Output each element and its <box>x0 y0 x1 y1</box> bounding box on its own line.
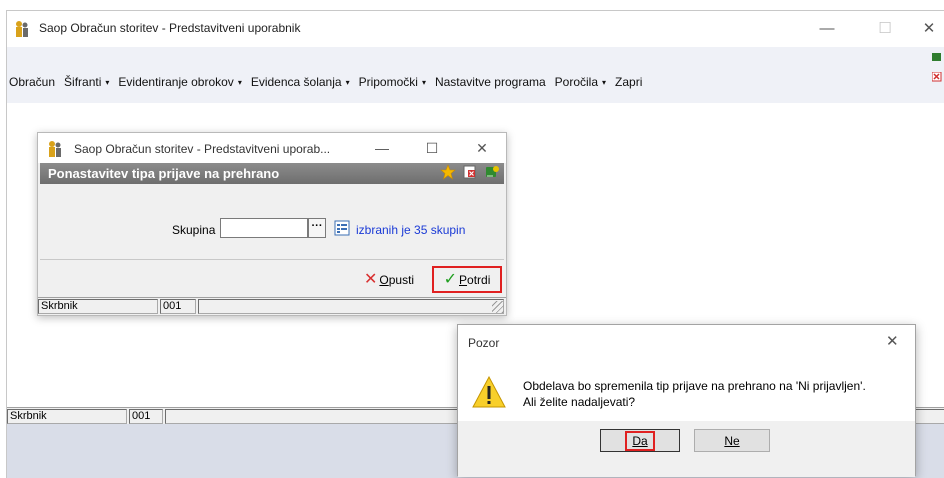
warning-icon <box>472 375 506 411</box>
warning-dialog: Pozor ✕ Obdelava bo spremenila tip prija… <box>457 324 916 477</box>
warning-buttons: Da Ne <box>458 421 915 477</box>
reset-meal-registration-dialog: Saop Obračun storitev - Predstavitveni u… <box>37 132 507 316</box>
menu-item-0[interactable]: Obračun <box>9 75 55 89</box>
menu-item-label: Evidentiranje obrokov <box>118 75 234 89</box>
app-people-icon <box>13 20 31 41</box>
help-book-icon[interactable] <box>484 164 500 183</box>
menu-item-label: Poročila <box>554 75 599 89</box>
menubar: Obračun Šifranti ▾ Evidentiranje obrokov ▾ Ev… <box>7 47 944 103</box>
main-minimize-button[interactable]: — <box>813 17 841 41</box>
dropdown-arrow-icon: ▾ <box>602 78 607 87</box>
dialog-header: Ponastavitev tipa prijave na prehrano <box>40 163 504 184</box>
main-close-button[interactable]: ✕ <box>915 17 943 41</box>
check-icon: ✓ <box>443 270 458 288</box>
cancel-label: Opusti <box>379 273 415 287</box>
confirm-label: Potrdi <box>459 272 491 287</box>
dialog-header-icons <box>440 164 500 183</box>
warning-message-line1: Obdelava bo spremenila tip prijave na pr… <box>523 379 866 393</box>
dialog-status-empty <box>198 299 504 314</box>
main-titlebar: Saop Obračun storitev - Predstavitveni u… <box>7 11 944 47</box>
menubar-tool-icons <box>931 51 942 85</box>
dialog-title: Saop Obračun storitev - Predstavitveni u… <box>74 142 331 156</box>
group-label: Skupina <box>172 223 216 237</box>
dropdown-arrow-icon: ▾ <box>237 78 242 87</box>
warning-close-button[interactable]: ✕ <box>886 332 899 350</box>
menu-item-label: Pripomočki <box>358 75 418 89</box>
selected-groups-link[interactable]: izbranih je 35 skupin <box>356 223 465 237</box>
dialog-titlebar: Saop Obračun storitev - Predstavitveni u… <box>38 133 506 163</box>
dialog-footer: ✕ Opusti ✓ Potrdi <box>40 261 504 297</box>
book-icon[interactable] <box>932 51 942 65</box>
menu-item-label: Obračun <box>9 75 56 89</box>
menu-item-5[interactable]: Nastavitve programa <box>435 75 546 89</box>
cancel-x-icon: ✕ <box>364 271 378 288</box>
menu-item-7[interactable]: Zapri <box>615 75 642 89</box>
yes-button[interactable]: Da <box>600 429 680 452</box>
dropdown-arrow-icon: ▾ <box>345 78 350 87</box>
dropdown-arrow-icon: ▾ <box>105 78 110 87</box>
dialog-body: Skupina ··· izbranih je 35 skupin <box>40 184 504 260</box>
warning-message-line2: Ali želite nadaljevati? <box>523 395 636 409</box>
app-people-icon <box>46 140 64 161</box>
menu-item-4[interactable]: Pripomočki ▾ <box>359 75 426 89</box>
menu-item-2[interactable]: Evidentiranje obrokov ▾ <box>118 75 241 89</box>
main-title: Saop Obračun storitev - Predstavitveni u… <box>39 21 301 35</box>
status-code: 001 <box>129 409 163 424</box>
exit-icon[interactable] <box>931 71 942 85</box>
menu-item-label: Zapri <box>615 75 643 89</box>
main-maximize-button[interactable]: ☐ <box>871 17 899 41</box>
warning-titlebar: Pozor ✕ <box>458 325 915 359</box>
menu-item-label: Nastavitve programa <box>434 75 546 89</box>
confirm-button[interactable]: ✓ Potrdi <box>432 266 502 293</box>
menu-item-3[interactable]: Evidenca šolanja ▾ <box>251 75 350 89</box>
dialog-status-code: 001 <box>160 299 196 314</box>
menu-item-6[interactable]: Poročila ▾ <box>555 75 606 89</box>
dialog-minimize-button[interactable]: — <box>370 138 394 158</box>
group-browse-button[interactable]: ··· <box>308 218 326 238</box>
dialog-maximize-button[interactable]: ☐ <box>420 138 444 158</box>
menu-item-1[interactable]: Šifranti ▾ <box>64 75 109 89</box>
no-label: Ne <box>724 433 740 448</box>
exit-icon[interactable] <box>462 164 478 183</box>
resize-grip[interactable] <box>492 301 504 313</box>
no-button[interactable]: Ne <box>694 429 770 452</box>
group-input[interactable] <box>220 218 308 238</box>
checklist-icon[interactable] <box>334 220 350 239</box>
menu-item-label: Šifranti <box>64 75 102 89</box>
warning-title: Pozor <box>468 336 500 350</box>
yes-label: Da <box>625 430 655 451</box>
dropdown-arrow-icon: ▾ <box>421 78 426 87</box>
dialog-header-title: Ponastavitev tipa prijave na prehrano <box>48 166 280 181</box>
dialog-status-user: Skrbnik <box>38 299 158 314</box>
status-user: Skrbnik <box>7 409 127 424</box>
cancel-button[interactable]: ✕ Opusti <box>364 269 414 291</box>
dialog-close-button[interactable]: ✕ <box>470 138 494 158</box>
dialog-statusbar: Skrbnik 001 <box>38 297 506 315</box>
menu-item-label: Evidenca šolanja <box>250 75 342 89</box>
menu-row: Obračun Šifranti ▾ Evidentiranje obrokov ▾ Ev… <box>9 75 651 89</box>
star-icon[interactable] <box>440 164 456 183</box>
